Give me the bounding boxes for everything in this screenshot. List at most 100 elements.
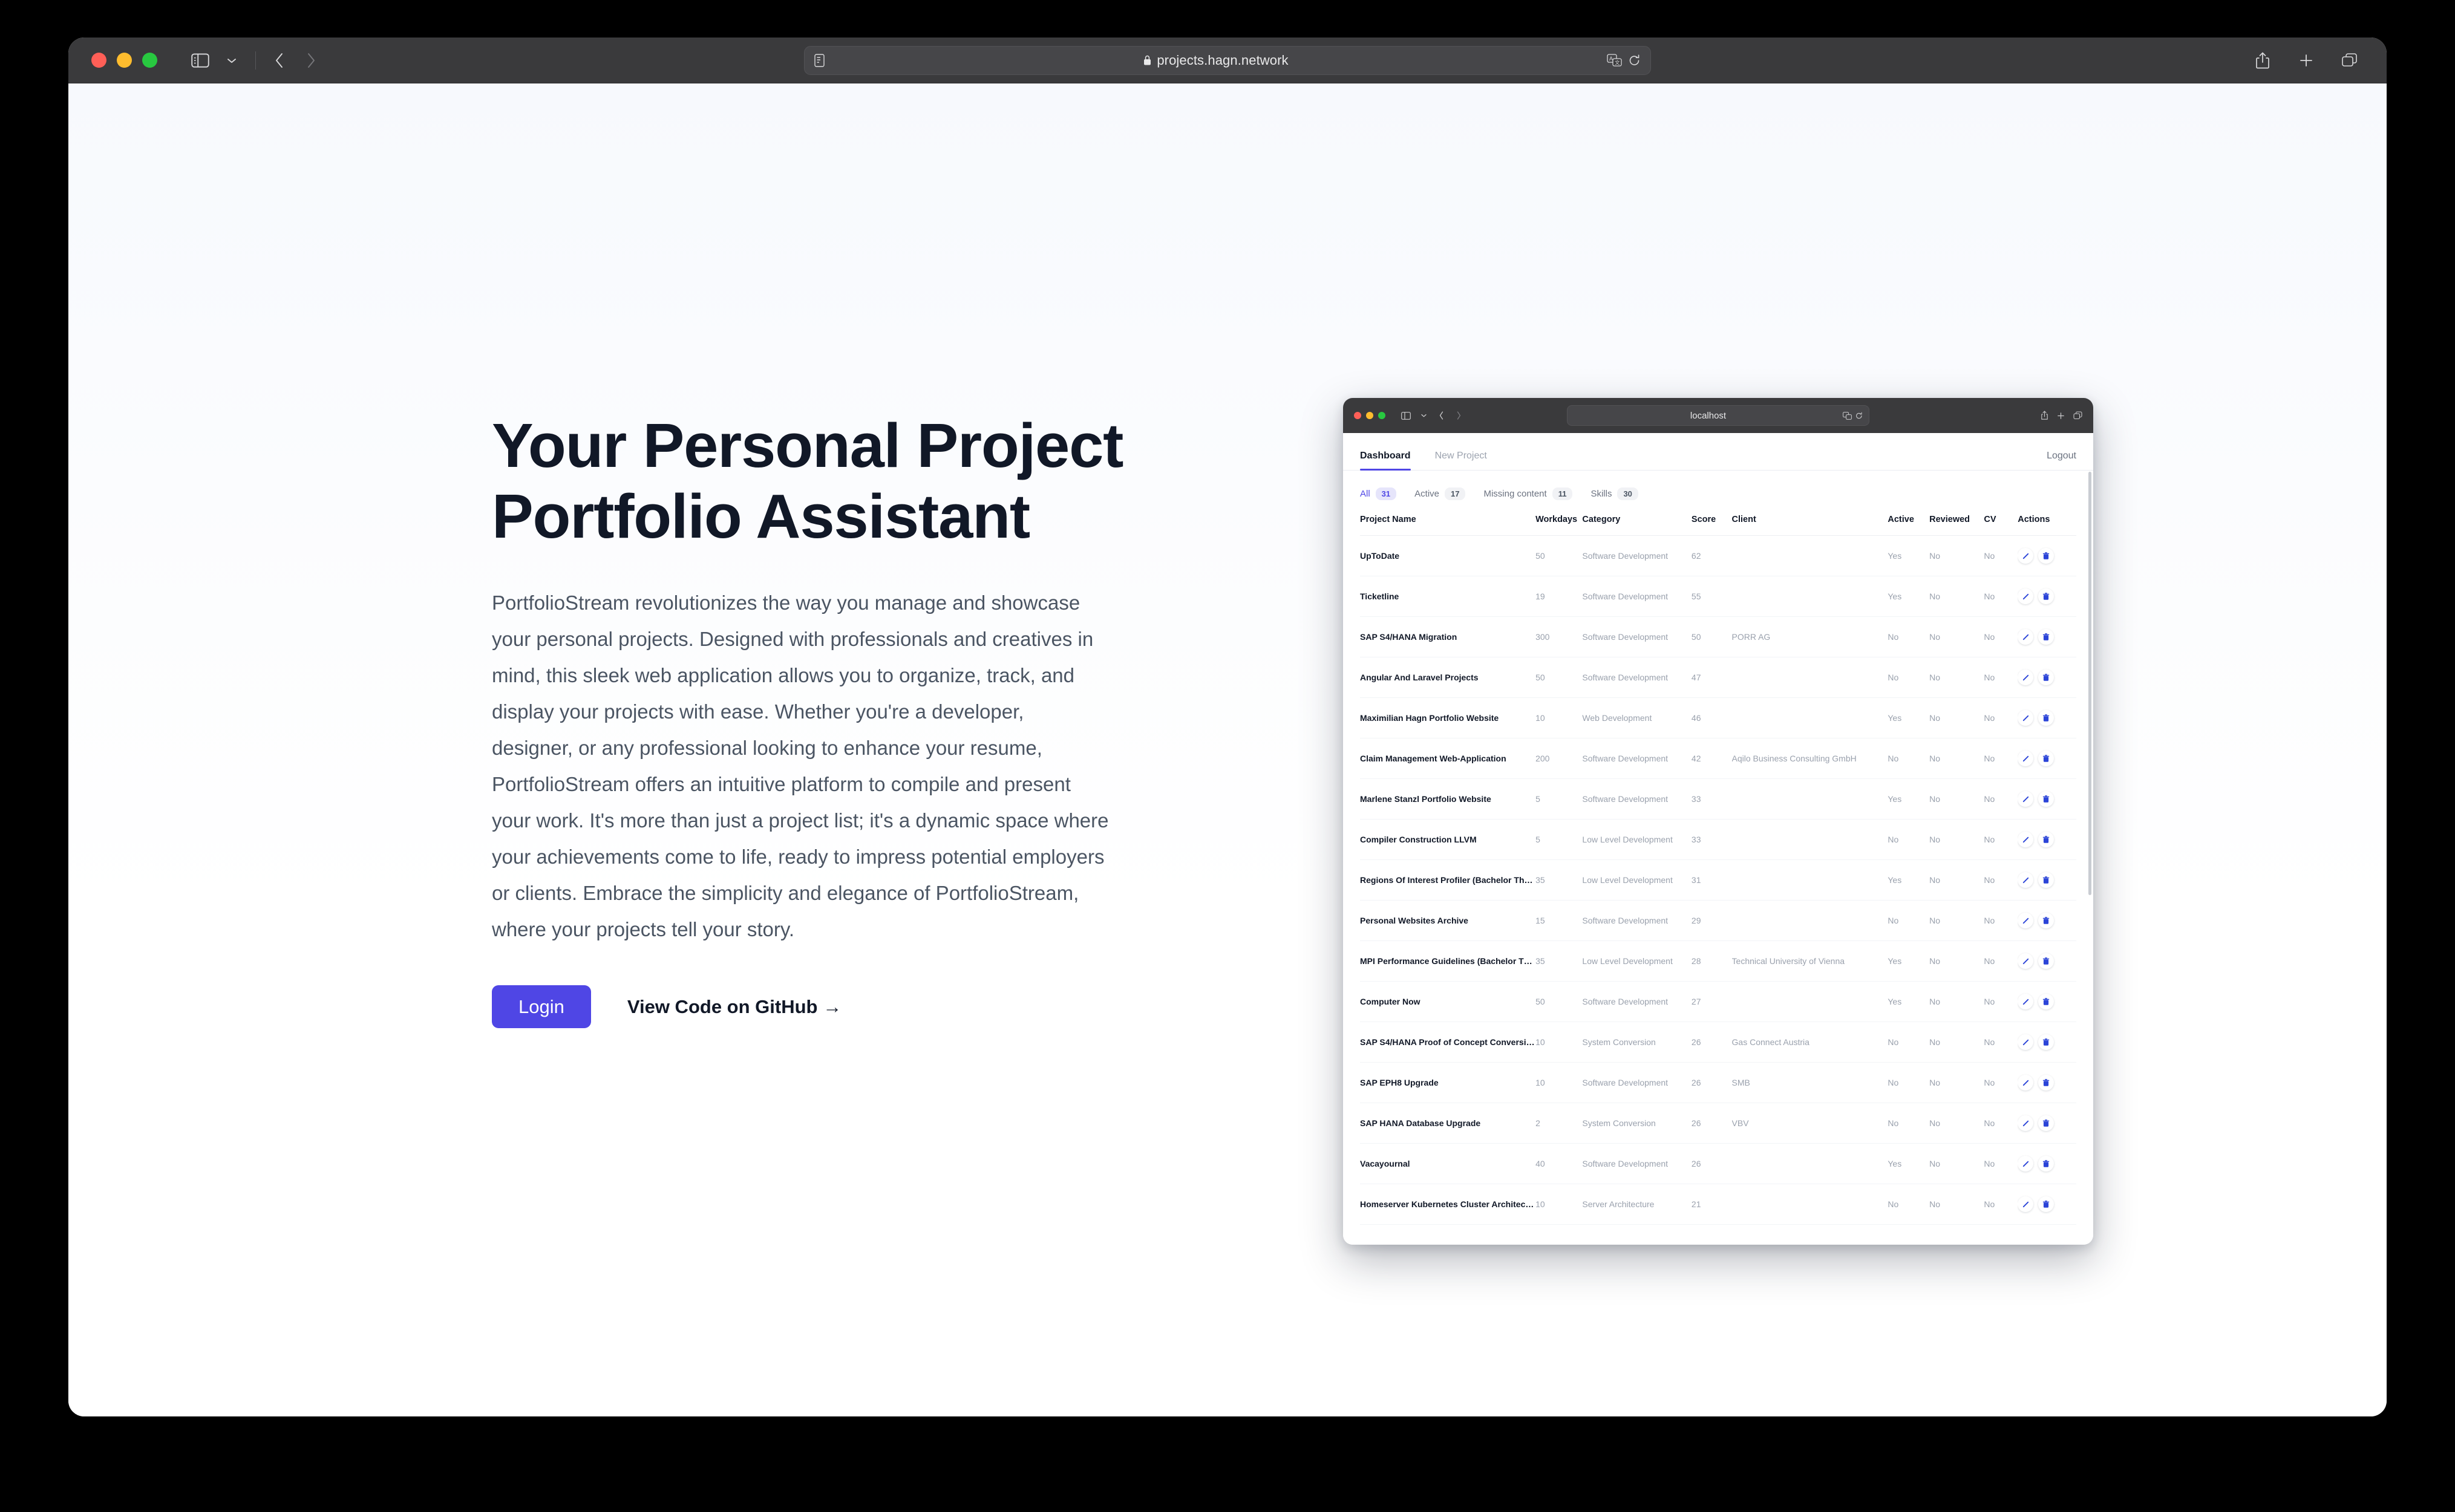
mockup-minimize-button[interactable]: [1366, 412, 1373, 419]
trash-icon[interactable]: [2038, 710, 2055, 726]
filter-all[interactable]: All 31: [1360, 487, 1397, 500]
pencil-icon[interactable]: [2018, 1034, 2034, 1050]
reload-icon[interactable]: [1629, 54, 1641, 67]
pencil-icon[interactable]: [2018, 872, 2034, 888]
forward-chevron-icon[interactable]: [297, 47, 325, 74]
trash-icon[interactable]: [2038, 1075, 2055, 1090]
sidebar-toggle-icon[interactable]: [186, 47, 214, 74]
pencil-icon[interactable]: [2018, 1075, 2034, 1090]
mockup-address-bar[interactable]: localhost: [1567, 405, 1869, 426]
pencil-icon[interactable]: [2018, 791, 2034, 807]
trash-icon[interactable]: [2038, 1156, 2055, 1171]
column-cv[interactable]: CV: [1984, 510, 2018, 536]
mockup-plus-icon[interactable]: [2057, 412, 2065, 420]
mockup-translate-icon[interactable]: [1843, 411, 1852, 420]
table-row[interactable]: SAP S4/HANA Proof of Concept Conversion 1…: [1360, 1022, 2076, 1063]
table-row[interactable]: Homeserver Kubernetes Cluster Architectu…: [1360, 1184, 2076, 1225]
column-project-name[interactable]: Project Name: [1360, 510, 1536, 536]
table-row[interactable]: SAP EPH8 Upgrade 10 Software Development 26…: [1360, 1062, 2076, 1103]
mockup-scrollbar[interactable]: [2088, 472, 2091, 895]
pencil-icon[interactable]: [2018, 670, 2034, 685]
tab-overview-icon[interactable]: [2336, 47, 2364, 74]
logout-button[interactable]: Logout: [2047, 451, 2076, 470]
table-row[interactable]: Maximilian Hagn Portfolio Website 10 Web D…: [1360, 697, 2076, 738]
cell-category: Software Development: [1582, 900, 1692, 941]
mockup-maximize-button[interactable]: [1378, 412, 1385, 419]
pencil-icon[interactable]: [2018, 1115, 2034, 1131]
minimize-window-button[interactable]: [117, 53, 132, 68]
trash-icon[interactable]: [2038, 953, 2055, 969]
trash-icon[interactable]: [2038, 872, 2055, 888]
table-row[interactable]: SAP S4/HANA Migration 300 Software Develop…: [1360, 616, 2076, 657]
column-category[interactable]: Category: [1582, 510, 1692, 536]
trash-icon[interactable]: [2038, 1196, 2055, 1212]
trash-icon[interactable]: [2038, 548, 2055, 564]
filter-missing-content[interactable]: Missing content 11: [1483, 487, 1573, 500]
mockup-tab-overview-icon[interactable]: [2073, 411, 2082, 420]
column-client[interactable]: Client: [1731, 510, 1888, 536]
pencil-icon[interactable]: [2018, 994, 2034, 1009]
pencil-icon[interactable]: [2018, 548, 2034, 564]
trash-icon[interactable]: [2038, 913, 2055, 928]
table-row[interactable]: Vacayournal 40 Software Development 26 Yes No…: [1360, 1143, 2076, 1184]
reader-view-icon[interactable]: [814, 53, 825, 67]
tab-new-project[interactable]: New Project: [1435, 451, 1487, 470]
trash-icon[interactable]: [2038, 994, 2055, 1009]
cell-reviewed: No: [1929, 819, 1984, 860]
pencil-icon[interactable]: [2018, 1196, 2034, 1212]
table-row[interactable]: MPI Performance Guidelines (Bachelor The…: [1360, 940, 2076, 982]
pencil-icon[interactable]: [2018, 953, 2034, 969]
table-row[interactable]: Regions Of Interest Profiler (Bachelor T…: [1360, 859, 2076, 901]
trash-icon[interactable]: [2038, 1034, 2055, 1050]
table-row[interactable]: Marlene Stanzl Portfolio Website 5 Softwar…: [1360, 778, 2076, 820]
cell-project-name: Marlene Stanzl Portfolio Website: [1360, 778, 1536, 820]
trash-icon[interactable]: [2038, 791, 2055, 807]
pencil-icon[interactable]: [2018, 913, 2034, 928]
trash-icon[interactable]: [2038, 832, 2055, 847]
table-row[interactable]: SAP HANA Database Upgrade 2 System Convers…: [1360, 1103, 2076, 1144]
pencil-icon[interactable]: [2018, 629, 2034, 645]
view-code-on-github-link[interactable]: View Code on GitHub →: [627, 996, 842, 1018]
table-row[interactable]: Computer Now 50 Software Development 27 Yes N…: [1360, 981, 2076, 1022]
tab-dashboard[interactable]: Dashboard: [1360, 451, 1411, 471]
close-window-button[interactable]: [91, 53, 106, 68]
column-active[interactable]: Active: [1888, 510, 1930, 536]
address-bar[interactable]: projects.hagn.network A 文: [804, 45, 1651, 75]
mockup-sidebar-toggle-icon[interactable]: [1399, 408, 1413, 423]
column-reviewed[interactable]: Reviewed: [1929, 510, 1984, 536]
pencil-icon[interactable]: [2018, 1156, 2034, 1171]
table-row[interactable]: Claim Management Web-Application 200 Softw…: [1360, 738, 2076, 779]
column-score[interactable]: Score: [1691, 510, 1732, 536]
pencil-icon[interactable]: [2018, 751, 2034, 766]
back-chevron-icon[interactable]: [266, 47, 293, 74]
trash-icon[interactable]: [2038, 1115, 2055, 1131]
trash-icon[interactable]: [2038, 588, 2055, 604]
filter-active[interactable]: Active 17: [1414, 487, 1466, 500]
chevron-down-icon[interactable]: [218, 47, 246, 74]
table-row[interactable]: UpToDate 50 Software Development 62 Yes No No: [1360, 535, 2076, 576]
table-row[interactable]: Compiler Construction LLVM 5 Low Level Dev…: [1360, 819, 2076, 860]
pencil-icon[interactable]: [2018, 710, 2034, 726]
share-icon[interactable]: [2249, 47, 2277, 74]
mockup-close-button[interactable]: [1354, 412, 1361, 419]
app-screenshot-mockup: localhost Dashboard New Project Logout A…: [1343, 398, 2093, 1245]
pencil-icon[interactable]: [2018, 832, 2034, 847]
trash-icon[interactable]: [2038, 751, 2055, 766]
table-row[interactable]: Ticketline 19 Software Development 55 Yes No N…: [1360, 576, 2076, 617]
trash-icon[interactable]: [2038, 670, 2055, 685]
column-workdays[interactable]: Workdays: [1535, 510, 1583, 536]
mockup-chevron-down-icon[interactable]: [1416, 408, 1431, 423]
mockup-forward-chevron-icon[interactable]: [1451, 408, 1466, 423]
mockup-back-chevron-icon[interactable]: [1434, 408, 1448, 423]
login-button[interactable]: Login: [492, 985, 591, 1029]
table-row[interactable]: Personal Websites Archive 15 Software Deve…: [1360, 900, 2076, 941]
table-row[interactable]: Angular And Laravel Projects 50 Software D…: [1360, 657, 2076, 698]
pencil-icon[interactable]: [2018, 588, 2034, 604]
translate-icon[interactable]: A 文: [1607, 53, 1623, 67]
filter-skills[interactable]: Skills 30: [1590, 487, 1638, 500]
mockup-reload-icon[interactable]: [1855, 412, 1863, 420]
maximize-window-button[interactable]: [142, 53, 157, 68]
plus-icon[interactable]: [2292, 47, 2320, 74]
trash-icon[interactable]: [2038, 629, 2055, 645]
mockup-share-icon[interactable]: [2041, 411, 2048, 420]
